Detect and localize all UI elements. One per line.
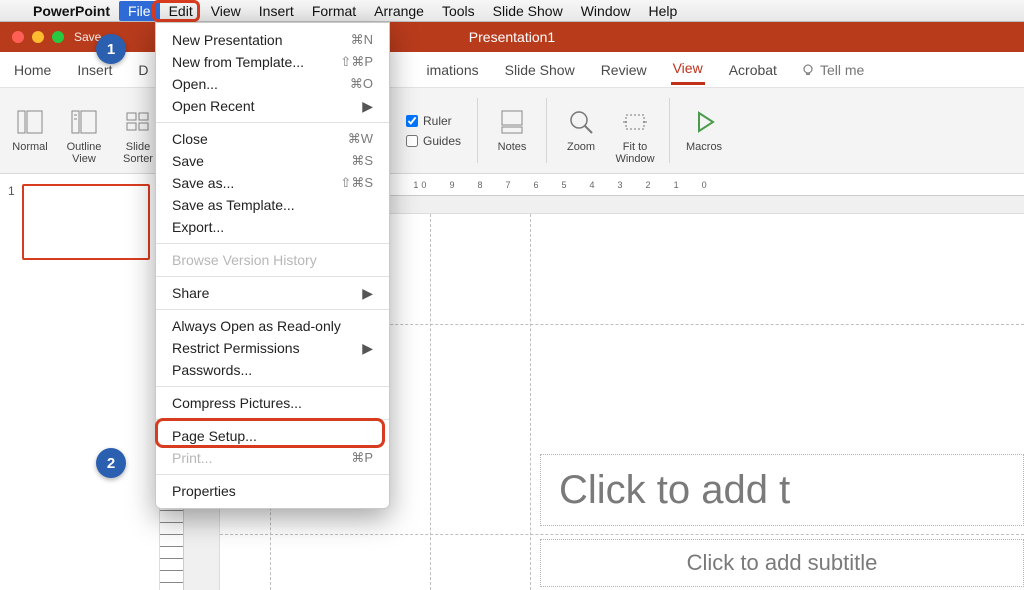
slide-thumbnail-panel: 1 [0, 174, 160, 590]
file-menu-dropdown: New Presentation⌘NNew from Template...⇧⌘… [155, 22, 390, 509]
file-menu-passwords[interactable]: Passwords... [156, 359, 389, 381]
zoom-button[interactable]: Zoom [555, 92, 607, 169]
fit-window-icon [620, 107, 650, 137]
guides-checkbox[interactable]: Guides [406, 134, 461, 148]
title-placeholder[interactable]: Click to add t [540, 454, 1024, 526]
slide-thumbnail-1[interactable] [22, 184, 150, 260]
outline-label: Outline View [67, 141, 102, 165]
normal-view-icon [15, 107, 45, 137]
mac-menubar: PowerPoint File Edit View Insert Format … [0, 0, 1024, 22]
menu-format[interactable]: Format [303, 1, 365, 21]
menu-file[interactable]: File [119, 1, 160, 21]
notes-label: Notes [498, 141, 527, 165]
separator [477, 98, 478, 163]
submenu-arrow-icon: ▶ [362, 340, 373, 357]
normal-view-button[interactable]: Normal [4, 92, 56, 169]
zoom-label: Zoom [567, 141, 595, 165]
ruler-label: Ruler [423, 114, 452, 128]
macros-button[interactable]: Macros [678, 92, 730, 169]
subtitle-placeholder[interactable]: Click to add subtitle [540, 539, 1024, 587]
notes-icon [497, 107, 527, 137]
submenu-arrow-icon: ▶ [362, 98, 373, 115]
menu-window[interactable]: Window [572, 1, 640, 21]
ruler-checkbox[interactable]: Ruler [406, 114, 461, 128]
tab-review[interactable]: Review [599, 56, 649, 84]
macros-icon [689, 107, 719, 137]
show-group: Ruler Guides [398, 92, 469, 169]
slide-number: 1 [8, 184, 15, 198]
file-menu-save-as-template[interactable]: Save as Template... [156, 194, 389, 216]
menu-tools[interactable]: Tools [433, 1, 484, 21]
tell-me-search[interactable]: Tell me [801, 62, 864, 78]
annotation-badge-1: 1 [96, 34, 126, 64]
guide-line [220, 534, 1024, 535]
file-menu-open[interactable]: Open...⌘O [156, 73, 389, 95]
document-title: Presentation1 [0, 29, 1024, 45]
file-menu-export[interactable]: Export... [156, 216, 389, 238]
file-menu-properties[interactable]: Properties [156, 480, 389, 502]
file-menu-open-recent[interactable]: Open Recent▶ [156, 95, 389, 117]
separator [546, 98, 547, 163]
outline-view-icon [69, 107, 99, 137]
file-menu-page-setup[interactable]: Page Setup... [156, 425, 389, 447]
submenu-arrow-icon: ▶ [362, 285, 373, 302]
menu-insert[interactable]: Insert [250, 1, 303, 21]
annotation-badge-2: 2 [96, 448, 126, 478]
file-menu-always-open-as-read-only[interactable]: Always Open as Read-only [156, 315, 389, 337]
menu-edit[interactable]: Edit [160, 1, 202, 21]
window-titlebar: Save Presentation1 [0, 22, 1024, 52]
file-menu-close[interactable]: Close⌘W [156, 128, 389, 150]
file-menu-new-from-template[interactable]: New from Template...⇧⌘P [156, 51, 389, 73]
macros-label: Macros [686, 141, 722, 165]
lightbulb-icon [801, 63, 815, 77]
main-area: 1 161514131211109876543210 Click to add … [0, 174, 1024, 590]
menu-slideshow[interactable]: Slide Show [484, 1, 572, 21]
menu-app[interactable]: PowerPoint [24, 1, 119, 21]
tab-acrobat[interactable]: Acrobat [727, 56, 779, 84]
file-menu-save-as[interactable]: Save as...⇧⌘S [156, 172, 389, 194]
file-menu-new-presentation[interactable]: New Presentation⌘N [156, 29, 389, 51]
separator [669, 98, 670, 163]
file-menu-browse-version-history: Browse Version History [156, 249, 389, 271]
file-menu-share[interactable]: Share▶ [156, 282, 389, 304]
guides-label: Guides [423, 134, 461, 148]
menu-help[interactable]: Help [640, 1, 687, 21]
fit-to-window-button[interactable]: Fit to Window [609, 92, 661, 169]
fit-label: Fit to Window [615, 141, 654, 165]
menu-view[interactable]: View [202, 1, 250, 21]
tab-view[interactable]: View [671, 54, 705, 85]
file-menu-restrict-permissions[interactable]: Restrict Permissions▶ [156, 337, 389, 359]
slide-sorter-icon [123, 107, 153, 137]
menu-arrange[interactable]: Arrange [365, 1, 433, 21]
normal-label: Normal [12, 141, 47, 165]
file-menu-print: Print...⌘P [156, 447, 389, 469]
notes-button[interactable]: Notes [486, 92, 538, 169]
sorter-label: Slide Sorter [123, 141, 153, 165]
zoom-icon [566, 107, 596, 137]
ribbon-tabs: Home Insert D imations Slide Show Review… [0, 52, 1024, 88]
ribbon-view: Normal Outline View Slide Sorter Ruler G… [0, 88, 1024, 174]
tell-me-label: Tell me [820, 62, 864, 78]
tab-d[interactable]: D [136, 56, 150, 84]
tab-animations[interactable]: imations [425, 56, 481, 84]
tab-home[interactable]: Home [12, 56, 53, 84]
file-menu-save[interactable]: Save⌘S [156, 150, 389, 172]
file-menu-compress-pictures[interactable]: Compress Pictures... [156, 392, 389, 414]
outline-view-button[interactable]: Outline View [58, 92, 110, 169]
tab-slideshow[interactable]: Slide Show [503, 56, 577, 84]
